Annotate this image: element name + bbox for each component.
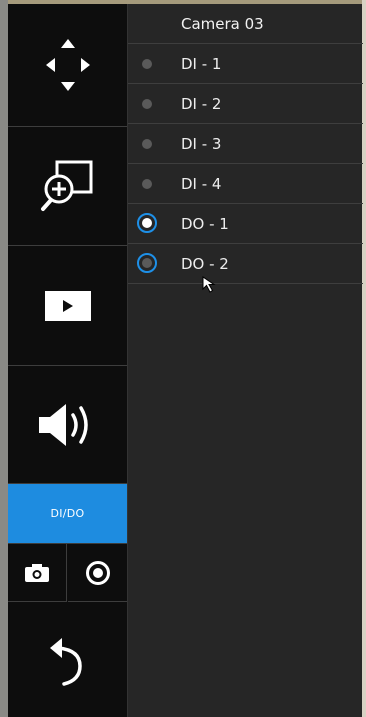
- do-label: DO - 2: [181, 255, 229, 273]
- di-label: DI - 3: [181, 135, 222, 153]
- audio-button[interactable]: [8, 366, 127, 484]
- di-status-indicator: [142, 179, 152, 189]
- playback-icon: [44, 290, 91, 321]
- mouse-cursor-icon: [202, 276, 216, 293]
- record-icon: [85, 560, 110, 585]
- ptz-button[interactable]: [8, 4, 127, 127]
- playback-button[interactable]: [8, 246, 127, 366]
- di-label: DI - 1: [181, 55, 222, 73]
- di-row: DI - 3: [128, 124, 363, 164]
- dido-button-label: DI/DO: [50, 507, 85, 520]
- back-icon: [49, 637, 82, 686]
- io-panel-header: Camera 03: [128, 4, 363, 44]
- ptz-arrows-icon: [45, 39, 90, 91]
- control-sidebar: DI/DO: [8, 4, 127, 717]
- dido-button[interactable]: DI/DO: [8, 484, 127, 544]
- di-status-indicator: [142, 139, 152, 149]
- do-row[interactable]: DO - 2: [128, 244, 363, 284]
- camera-title: Camera 03: [181, 15, 264, 33]
- di-label: DI - 4: [181, 175, 222, 193]
- io-panel: Camera 03 DI - 1 DI - 2 DI - 3 DI - 4 DO…: [127, 4, 363, 717]
- snapshot-button[interactable]: [8, 544, 67, 602]
- digital-zoom-button[interactable]: [8, 127, 127, 246]
- di-row: DI - 1: [128, 44, 363, 84]
- di-status-indicator: [142, 99, 152, 109]
- di-row: DI - 2: [128, 84, 363, 124]
- do-row[interactable]: DO - 1: [128, 204, 363, 244]
- digital-zoom-icon: [40, 160, 92, 211]
- do-label: DO - 1: [181, 215, 229, 233]
- snapshot-icon: [25, 563, 49, 582]
- do-toggle-off[interactable]: [137, 253, 157, 273]
- di-status-indicator: [142, 59, 152, 69]
- do-toggle-on[interactable]: [137, 213, 157, 233]
- di-label: DI - 2: [181, 95, 222, 113]
- back-button[interactable]: [8, 602, 127, 717]
- di-row: DI - 4: [128, 164, 363, 204]
- window-frame-left: [0, 0, 8, 717]
- speaker-icon: [38, 403, 88, 446]
- record-button[interactable]: [68, 544, 127, 602]
